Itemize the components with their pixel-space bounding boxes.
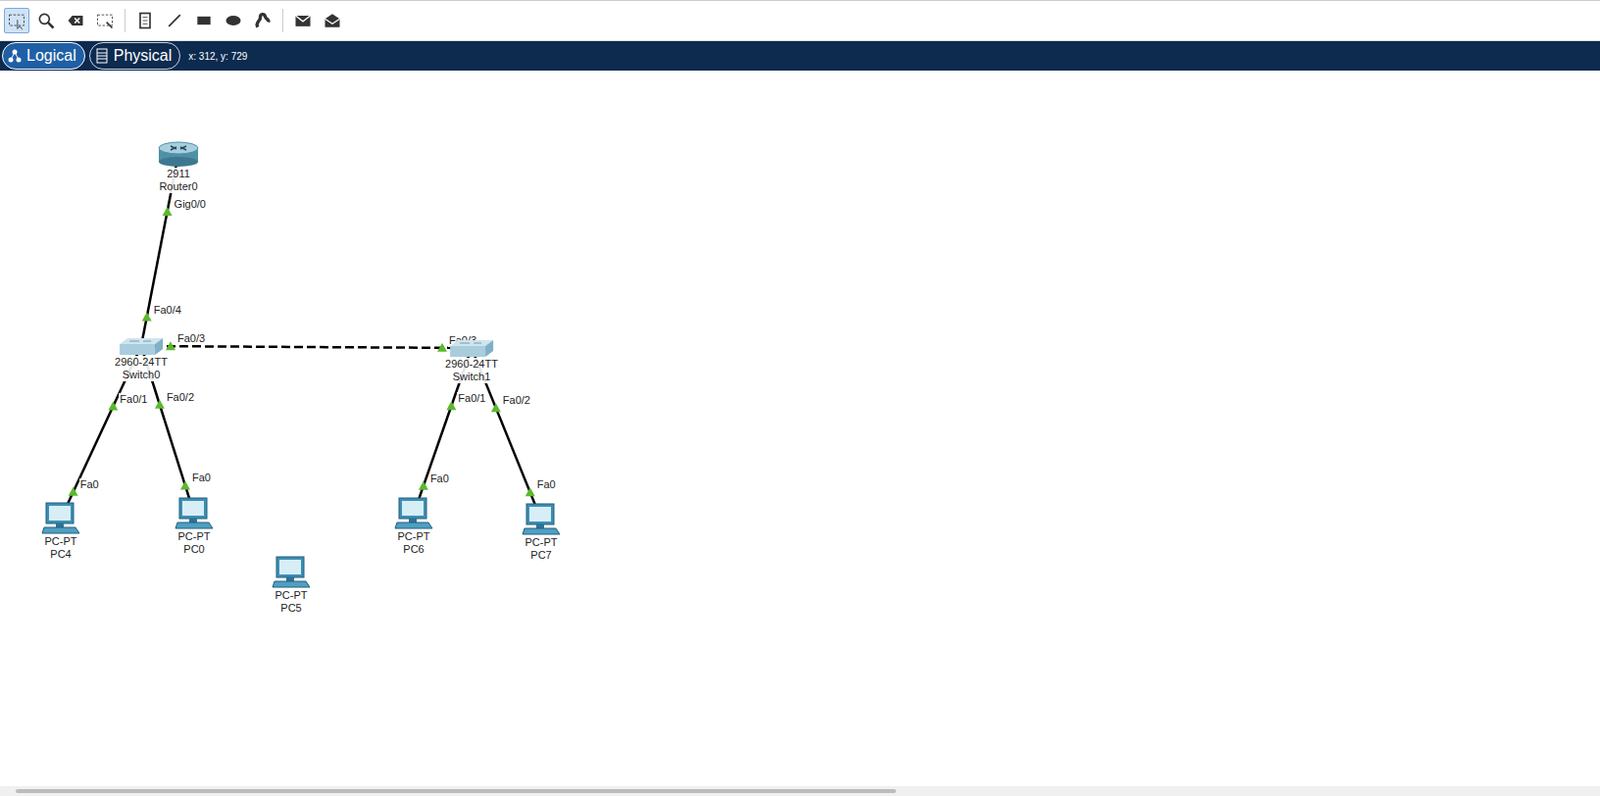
- toolbar-separator: [124, 8, 126, 33]
- port-label: Fa0/1: [118, 393, 149, 406]
- link-status-icon: [525, 487, 536, 497]
- device-name: PC6: [401, 543, 425, 556]
- device-name: Switch1: [451, 370, 493, 384]
- link-status-icon: [491, 402, 501, 412]
- complex-pdu-tool[interactable]: [319, 7, 346, 34]
- view-tab-label: Logical: [26, 45, 77, 67]
- device-name: Router0: [157, 180, 199, 194]
- delete-icon: [65, 10, 86, 31]
- rectangle-tool[interactable]: [191, 7, 217, 34]
- toolbar-separator: [282, 8, 284, 33]
- line-tool[interactable]: [161, 7, 188, 34]
- router-icon: [156, 140, 200, 168]
- select-tool[interactable]: [3, 7, 30, 34]
- view-bar: Logical Physical x: 312, y: 729: [0, 41, 1600, 71]
- delete-tool[interactable]: [62, 7, 89, 34]
- pc-device[interactable]: PC-PTPC0: [174, 497, 214, 556]
- view-tab-label: Physical: [113, 45, 173, 67]
- link-status-icon: [154, 400, 165, 409]
- view-tab[interactable]: Physical: [89, 42, 182, 70]
- port-label: Fa0/1: [456, 392, 487, 405]
- port-label: Fa0/4: [152, 303, 183, 317]
- note-icon: [135, 10, 155, 31]
- pc-device[interactable]: PC-PTPC5: [271, 555, 311, 615]
- device-model: PC-PT: [44, 535, 79, 549]
- pc-icon: [521, 502, 561, 537]
- link-status-icon: [107, 401, 118, 411]
- device-model: PC-PT: [274, 589, 309, 602]
- device-name: PC0: [182, 543, 205, 556]
- port-label: Fa0/3: [176, 332, 206, 346]
- device-model: PC-PT: [397, 530, 432, 544]
- note-tool[interactable]: [132, 7, 158, 34]
- freehand-icon: [252, 10, 273, 31]
- link-status-icon: [180, 480, 191, 490]
- link-status-icon: [68, 487, 79, 497]
- link-status-icon: [162, 206, 173, 216]
- simple-pdu-icon: [293, 10, 313, 31]
- device-model: 2960-24TT: [113, 355, 169, 369]
- device-model: 2911: [165, 167, 192, 181]
- ellipse-tool[interactable]: [220, 7, 247, 34]
- switch-icon: [448, 338, 496, 358]
- rack-icon: [94, 48, 110, 64]
- rectangle-icon: [194, 10, 214, 31]
- resize-tool[interactable]: [92, 7, 118, 34]
- freehand-tool[interactable]: [250, 7, 276, 34]
- horizontal-scrollbar[interactable]: [0, 786, 1600, 796]
- link-status-icon: [446, 400, 456, 410]
- link-status-icon: [418, 481, 429, 491]
- device-name: PC5: [279, 601, 302, 615]
- port-label: Fa0: [79, 478, 100, 492]
- scrollbar-thumb[interactable]: [15, 789, 897, 794]
- pc-icon: [394, 497, 434, 531]
- view-tab[interactable]: Logical: [1, 42, 86, 70]
- pc-device[interactable]: PC-PTPC4: [41, 501, 81, 561]
- pc-device[interactable]: PC-PTPC7: [521, 502, 561, 562]
- select-icon: [6, 10, 27, 31]
- toolbar: [0, 0, 1600, 42]
- port-label: Fa0: [536, 478, 557, 492]
- device-name: PC7: [529, 549, 552, 562]
- inspect-tool[interactable]: [33, 7, 59, 34]
- pc-device[interactable]: PC-PTPC6: [394, 497, 434, 556]
- router-device[interactable]: 2911Router0: [156, 140, 200, 194]
- port-label: Fa0: [191, 471, 212, 485]
- device-model: PC-PT: [177, 530, 212, 544]
- ellipse-icon: [223, 10, 244, 31]
- pc-icon: [41, 501, 81, 536]
- topology-icon: [6, 48, 23, 64]
- switch-device[interactable]: 2960-24TTSwitch1: [444, 338, 500, 384]
- switch-icon: [117, 336, 165, 356]
- port-label: Fa0: [429, 472, 450, 486]
- link-status-icon: [142, 312, 152, 322]
- workspace-canvas[interactable]: Gig0/0Fa0/4Fa0/3Fa0/3Fa0/1Fa0Fa0/2Fa0Fa0…: [0, 70, 1600, 787]
- inspect-icon: [36, 10, 56, 31]
- simple-pdu-tool[interactable]: [290, 7, 316, 34]
- device-name: Switch0: [121, 368, 162, 382]
- port-label: Fa0/2: [501, 394, 532, 407]
- port-label: Fa0/2: [165, 391, 196, 404]
- switch-device[interactable]: 2960-24TTSwitch0: [113, 336, 169, 382]
- link-status-icon: [165, 341, 176, 350]
- cursor-position: x: 312, y: 729: [184, 49, 248, 64]
- device-name: PC4: [49, 548, 72, 561]
- device-model: 2960-24TT: [444, 357, 500, 371]
- device-model: PC-PT: [524, 536, 559, 550]
- complex-pdu-icon: [322, 10, 343, 31]
- pc-icon: [174, 497, 214, 531]
- line-icon: [164, 10, 185, 31]
- resize-icon: [95, 10, 115, 31]
- pc-icon: [271, 555, 311, 590]
- crossover-cable[interactable]: [141, 346, 472, 349]
- links-layer: [0, 70, 1600, 787]
- link-status-icon: [437, 343, 448, 352]
- port-label: Gig0/0: [173, 198, 207, 211]
